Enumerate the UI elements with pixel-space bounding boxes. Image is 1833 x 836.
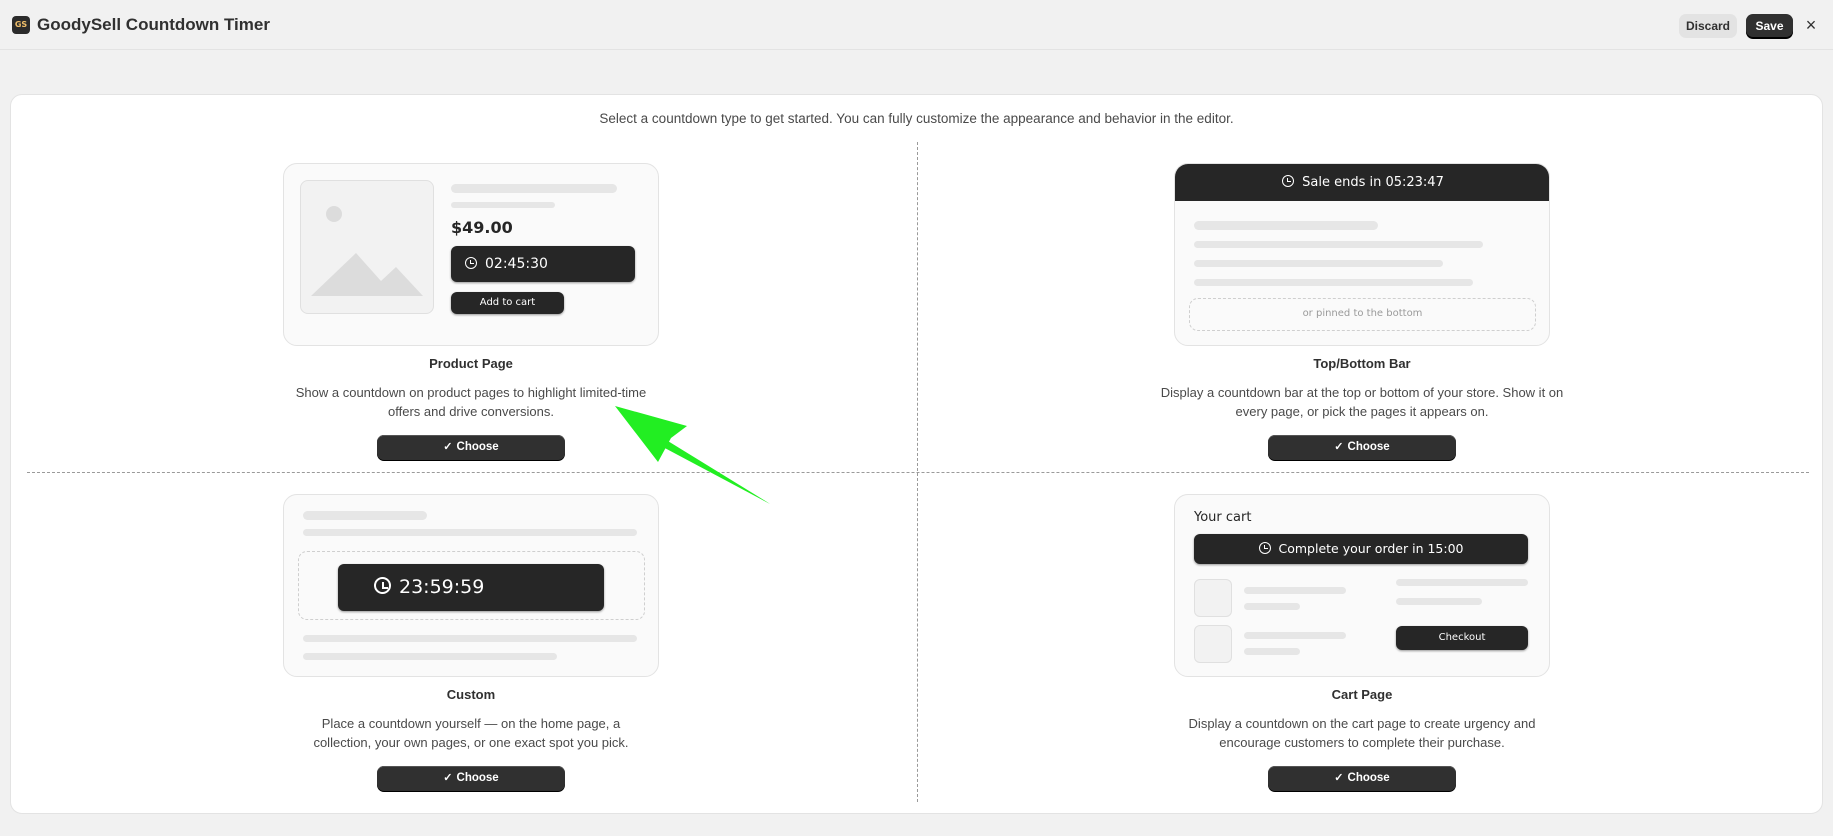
add-to-cart-preview: Add to cart xyxy=(451,292,564,314)
product-timer: 02:45:30 xyxy=(451,246,635,282)
option-description: Display a countdown bar at the top or bo… xyxy=(1160,385,1564,419)
option-top-bottom-bar: Sale ends in 05:23:47 or pinned to the b… xyxy=(1152,163,1572,460)
app-logo: GS xyxy=(12,16,30,34)
countdown-type-card: Select a countdown type to get started. … xyxy=(10,94,1823,814)
checkout-preview: Checkout xyxy=(1396,626,1528,650)
option-custom: 23:59:59 Custom Place a countdown yourse… xyxy=(261,494,681,791)
clock-icon xyxy=(374,577,391,594)
choose-cart-page-button[interactable]: ✓ Choose xyxy=(1268,766,1456,791)
bar-preview: Sale ends in 05:23:47 or pinned to the b… xyxy=(1174,163,1550,346)
check-icon: ✓ xyxy=(443,772,453,784)
choose-product-page-button[interactable]: ✓ Choose xyxy=(377,435,565,460)
clock-icon xyxy=(1282,175,1295,187)
clock-icon xyxy=(465,257,477,269)
app-title: GoodySell Countdown Timer xyxy=(37,15,270,34)
option-cart-page: Your cart Complete your order in 15:00 C… xyxy=(1152,494,1572,791)
price-text: $49.00 xyxy=(451,218,513,237)
cart-preview: Your cart Complete your order in 15:00 C… xyxy=(1174,494,1550,677)
option-description: Place a countdown yourself — on the home… xyxy=(313,716,629,750)
cart-heading: Your cart xyxy=(1194,510,1252,525)
app-header: GS GoodySell Countdown Timer Discard Sav… xyxy=(0,0,1833,50)
option-description: Display a countdown on the cart page to … xyxy=(1188,716,1536,750)
discard-button[interactable]: Discard xyxy=(1679,14,1737,38)
option-title: Product Page xyxy=(429,356,513,371)
close-icon[interactable]: × xyxy=(1801,15,1821,35)
check-icon: ✓ xyxy=(1334,441,1344,453)
image-icon xyxy=(311,206,423,296)
sale-bar: Sale ends in 05:23:47 xyxy=(1175,164,1549,201)
save-button[interactable]: Save xyxy=(1746,14,1793,38)
cart-timer: Complete your order in 15:00 xyxy=(1194,534,1528,564)
custom-timer: 23:59:59 xyxy=(338,564,604,611)
horizontal-divider xyxy=(27,472,1809,473)
choose-top-bottom-bar-button[interactable]: ✓ Choose xyxy=(1268,435,1456,460)
product-page-preview: $49.00 02:45:30 Add to cart xyxy=(283,163,659,346)
option-title: Cart Page xyxy=(1331,687,1393,702)
intro-text: Select a countdown type to get started. … xyxy=(599,111,1234,126)
option-title: Top/Bottom Bar xyxy=(1313,356,1411,371)
clock-icon xyxy=(1258,542,1271,554)
pinned-bottom-hint: or pinned to the bottom xyxy=(1189,298,1536,331)
image-placeholder xyxy=(300,180,434,314)
check-icon: ✓ xyxy=(1334,772,1344,784)
custom-preview: 23:59:59 xyxy=(283,494,659,677)
check-icon: ✓ xyxy=(443,441,453,453)
annotation-arrow-icon xyxy=(615,406,770,504)
choose-custom-button[interactable]: ✓ Choose xyxy=(377,766,565,791)
option-title: Custom xyxy=(446,687,496,702)
